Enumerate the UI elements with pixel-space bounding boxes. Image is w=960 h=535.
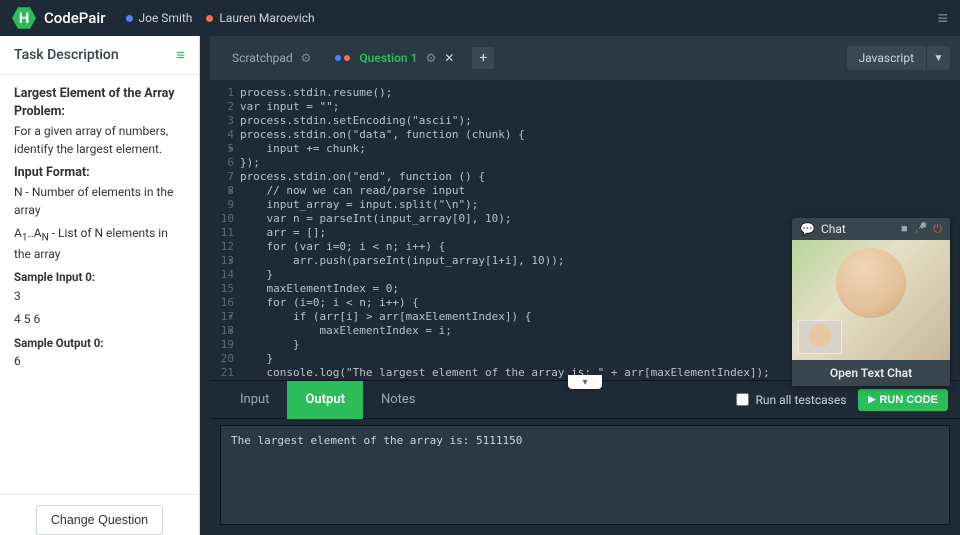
logo-icon: H (12, 6, 36, 30)
input-format-line-2: A1..AN - List of N elements in the array (14, 225, 185, 263)
brand-name: CodePair (44, 9, 106, 27)
participant-2-name: Lauren Maroevich (219, 11, 314, 25)
change-question-button[interactable]: Change Question (36, 505, 163, 535)
sample-input-title: Sample Input 0: (14, 269, 185, 286)
problem-text: For a given array of numbers, identify t… (14, 123, 185, 158)
task-panel-header: Task Description ≡ (0, 36, 199, 74)
presence-dot (126, 15, 133, 22)
sample-input-line-2: 4 5 6 (14, 311, 185, 328)
sample-output-title: Sample Output 0: (14, 335, 185, 352)
main-area: Task Description ≡ Largest Element of th… (0, 36, 960, 535)
run-code-button[interactable]: RUN CODE (858, 389, 948, 411)
tab-question-1[interactable]: Question 1 ⚙ ✕ (323, 36, 466, 80)
line-number-gutter: 1234 ▾567 ▾89101112 ▾13141516 ▾17 ▾18192… (210, 80, 240, 380)
language-select[interactable]: Javascript ▼ (847, 46, 950, 70)
video-feed-main[interactable] (792, 240, 950, 360)
video-icon[interactable]: ■ (901, 222, 908, 236)
participant-1-name: Joe Smith (139, 11, 193, 25)
editor-panel: Scratchpad ⚙ Question 1 ⚙ ✕ + Javascript… (200, 36, 960, 535)
top-bar: H CodePair Joe Smith Lauren Maroevich ≡ (0, 0, 960, 36)
output-tab-input[interactable]: Input (222, 381, 287, 419)
participant-1: Joe Smith (126, 11, 193, 25)
chat-widget: 💬 Chat ■ 🎤 ⏻ Open Text Chat (792, 218, 950, 386)
task-description-body: Largest Element of the Array Problem: Fo… (0, 74, 199, 494)
input-format-title: Input Format: (14, 164, 185, 182)
tab-scratchpad-label: Scratchpad (232, 51, 293, 65)
task-panel: Task Description ≡ Largest Element of th… (0, 36, 200, 535)
output-tab-output[interactable]: Output (287, 381, 363, 419)
change-question-bar: Change Question (0, 494, 199, 535)
participant-2: Lauren Maroevich (206, 11, 314, 25)
gear-icon[interactable]: ⚙ (425, 51, 436, 65)
run-all-testcases-label: Run all testcases (755, 393, 846, 407)
chevron-down-icon: ▼ (926, 46, 950, 70)
tab-question-1-label: Question 1 (359, 51, 417, 65)
gear-icon[interactable]: ⚙ (301, 51, 312, 65)
add-tab-button[interactable]: + (472, 47, 494, 69)
sample-input-line-1: 3 (14, 288, 185, 305)
presence-dot (206, 15, 213, 22)
output-tabs-bar: Input Output Notes Run all testcases RUN… (210, 381, 960, 419)
sample-output-line-1: 6 (14, 353, 185, 370)
hangup-icon[interactable]: ⏻ (933, 222, 942, 236)
task-panel-title: Task Description (14, 47, 119, 63)
run-all-testcases-toggle[interactable]: Run all testcases (736, 393, 846, 407)
video-feed-self[interactable] (798, 320, 842, 354)
problem-title: Largest Element of the Array Problem: (14, 85, 185, 121)
input-format-line-1: N - Number of elements in the array (14, 184, 185, 219)
hamburger-menu-icon[interactable]: ≡ (937, 8, 948, 29)
mic-icon[interactable]: 🎤 (914, 222, 928, 236)
close-icon[interactable]: ✕ (444, 51, 454, 65)
editor-tabs-bar: Scratchpad ⚙ Question 1 ⚙ ✕ + Javascript… (210, 36, 960, 80)
chat-bubble-icon: 💬 (800, 222, 815, 236)
task-panel-menu-icon[interactable]: ≡ (176, 46, 185, 64)
tab-scratchpad[interactable]: Scratchpad ⚙ (220, 36, 323, 80)
participants-on-tab (335, 55, 353, 61)
chat-header: 💬 Chat ■ 🎤 ⏻ (792, 218, 950, 240)
open-text-chat-button[interactable]: Open Text Chat (792, 360, 950, 386)
chat-title: Chat (821, 222, 846, 236)
output-tab-notes[interactable]: Notes (363, 381, 434, 419)
run-all-testcases-checkbox[interactable] (736, 393, 749, 406)
console-output: The largest element of the array is: 511… (220, 425, 950, 525)
chat-controls: ■ 🎤 ⏻ (901, 222, 942, 236)
language-select-label: Javascript (847, 47, 926, 69)
output-panel: ▾ Input Output Notes Run all testcases R… (210, 380, 960, 535)
